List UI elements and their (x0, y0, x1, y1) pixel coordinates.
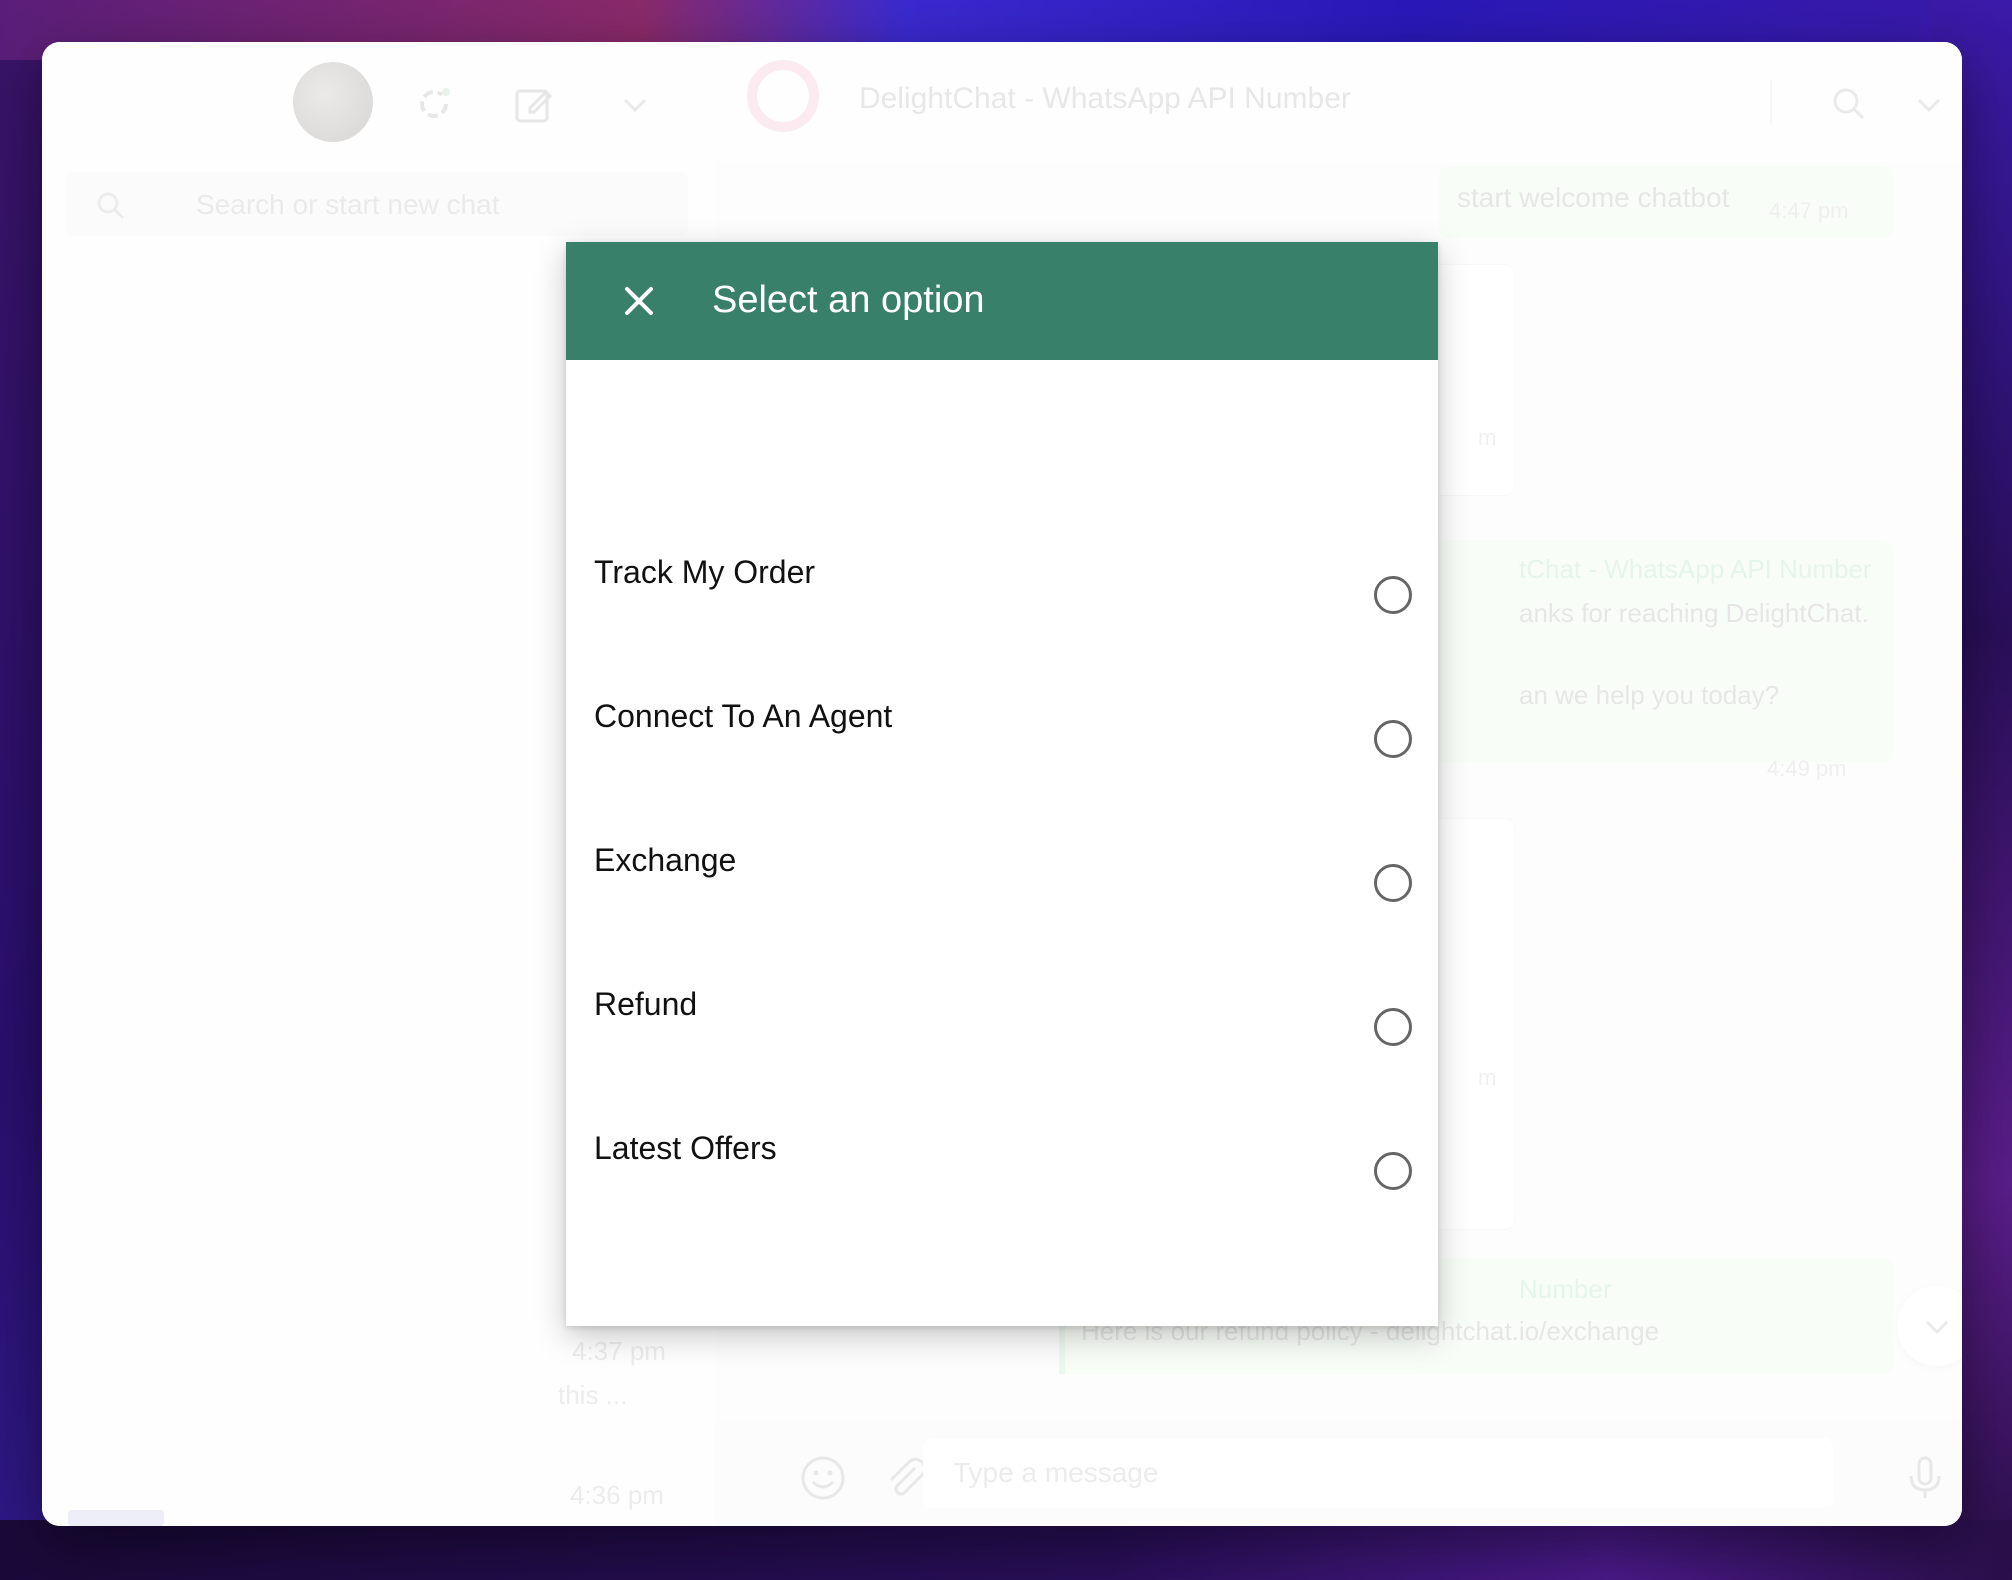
option-latest-offers[interactable]: Latest Offers (566, 1106, 1438, 1250)
option-dialog: Select an option Track My Order Connect … (566, 242, 1438, 1326)
radio-button[interactable] (1374, 720, 1412, 758)
close-button[interactable] (618, 280, 660, 322)
dialog-header: Select an option (566, 242, 1438, 360)
option-label: Exchange (594, 842, 737, 878)
close-icon (625, 287, 653, 315)
radio-button[interactable] (1374, 576, 1412, 614)
option-exchange[interactable]: Exchange (566, 818, 1438, 962)
option-label: Track My Order (594, 554, 816, 590)
option-label: Refund (594, 986, 698, 1022)
option-label: Latest Offers (594, 1130, 777, 1166)
radio-button[interactable] (1374, 1008, 1412, 1046)
wallpaper-bottom (0, 1520, 2012, 1580)
radio-button[interactable] (1374, 864, 1412, 902)
option-connect-to-agent[interactable]: Connect To An Agent (566, 674, 1438, 818)
dialog-title: Select an option (712, 279, 985, 321)
option-refund[interactable]: Refund (566, 962, 1438, 1106)
option-label: Connect To An Agent (594, 698, 893, 734)
option-track-my-order[interactable]: Track My Order (566, 530, 1438, 674)
app-window: 4:37 pm this ... 4:36 pm DelightChat - W… (42, 42, 1962, 1526)
radio-button[interactable] (1374, 1152, 1412, 1190)
